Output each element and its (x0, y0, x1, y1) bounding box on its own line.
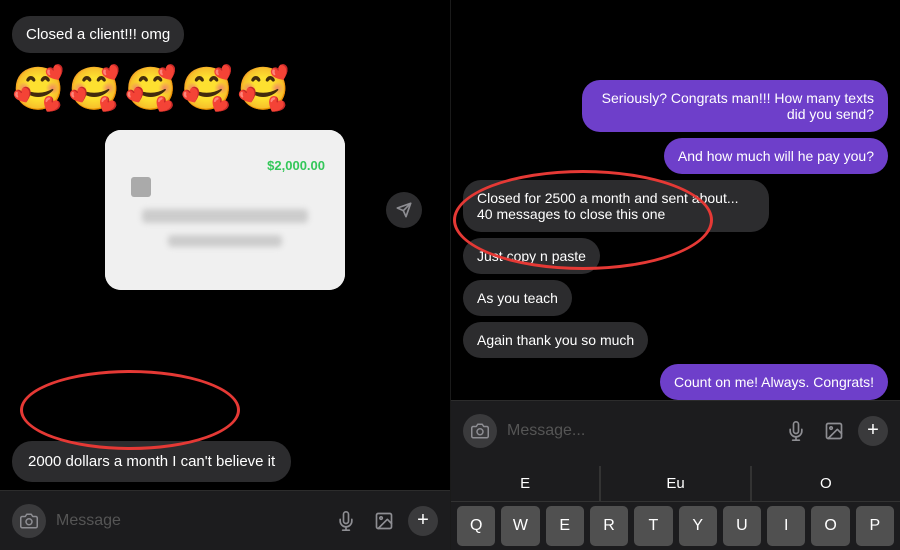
left-msg-copy: Just copy n paste (463, 238, 600, 274)
left-chat-panel: Closed a client!!! omg 🥰🥰🥰🥰🥰 $2,000.00 (0, 0, 450, 550)
keyboard-area: E Eu O Q W E R T Y U I O P (451, 460, 900, 550)
key-t[interactable]: T (634, 506, 672, 546)
keyboard-suggestions: E Eu O (451, 466, 900, 502)
left-msg-teach: As you teach (463, 280, 572, 316)
keyboard-row-1: Q W E R T Y U I O P (451, 502, 900, 550)
left-msg-2000: 2000 dollars a month I can't believe it (12, 441, 291, 482)
left-msg-closed: Closed for 2500 a month and sent about..… (463, 180, 769, 232)
gallery-icon-right[interactable] (820, 417, 848, 445)
blur-line-2 (168, 235, 282, 247)
payment-card: $2,000.00 (105, 130, 345, 290)
left-message-list: Closed a client!!! omg 🥰🥰🥰🥰🥰 $2,000.00 (0, 0, 450, 490)
right-message-list: Seriously? Congrats man!!! How many text… (451, 0, 900, 400)
key-r[interactable]: R (590, 506, 628, 546)
key-u[interactable]: U (723, 506, 761, 546)
left-msg-1: Closed a client!!! omg (12, 16, 184, 53)
right-msg-congrats: Seriously? Congrats man!!! How many text… (582, 80, 888, 132)
left-msg-thankyou: Again thank you so much (463, 322, 648, 358)
key-o[interactable]: O (811, 506, 849, 546)
message-input-right[interactable]: Message... (507, 422, 772, 440)
right-msg-counton: Count on me! Always. Congrats! (660, 364, 888, 400)
mic-icon-right[interactable] (782, 417, 810, 445)
right-bottom-bar: Message... + (451, 400, 900, 460)
right-msg-pay: And how much will he pay you? (664, 138, 888, 174)
payment-card-wrapper: $2,000.00 (12, 126, 438, 294)
camera-button-right[interactable] (463, 414, 497, 448)
key-q[interactable]: Q (457, 506, 495, 546)
left-bottom-bar: Message + (0, 490, 450, 550)
key-e[interactable]: E (546, 506, 584, 546)
key-y[interactable]: Y (679, 506, 717, 546)
camera-button[interactable] (12, 504, 46, 538)
emoji-row: 🥰🥰🥰🥰🥰 (12, 61, 293, 118)
plus-icon-right[interactable]: + (858, 416, 888, 446)
message-input-left[interactable]: Message (56, 512, 322, 530)
send-button[interactable] (386, 192, 422, 228)
blur-line-1 (142, 209, 308, 223)
suggestion-eu[interactable]: Eu (601, 466, 750, 501)
key-p[interactable]: P (856, 506, 894, 546)
gallery-icon[interactable] (370, 507, 398, 535)
mic-icon[interactable] (332, 507, 360, 535)
payment-amount: $2,000.00 (267, 158, 325, 173)
key-i[interactable]: I (767, 506, 805, 546)
key-w[interactable]: W (501, 506, 539, 546)
suggestion-o[interactable]: O (752, 466, 900, 501)
suggestion-e[interactable]: E (451, 466, 600, 501)
right-chat-panel: Seriously? Congrats man!!! How many text… (450, 0, 900, 550)
plus-icon[interactable]: + (408, 506, 438, 536)
